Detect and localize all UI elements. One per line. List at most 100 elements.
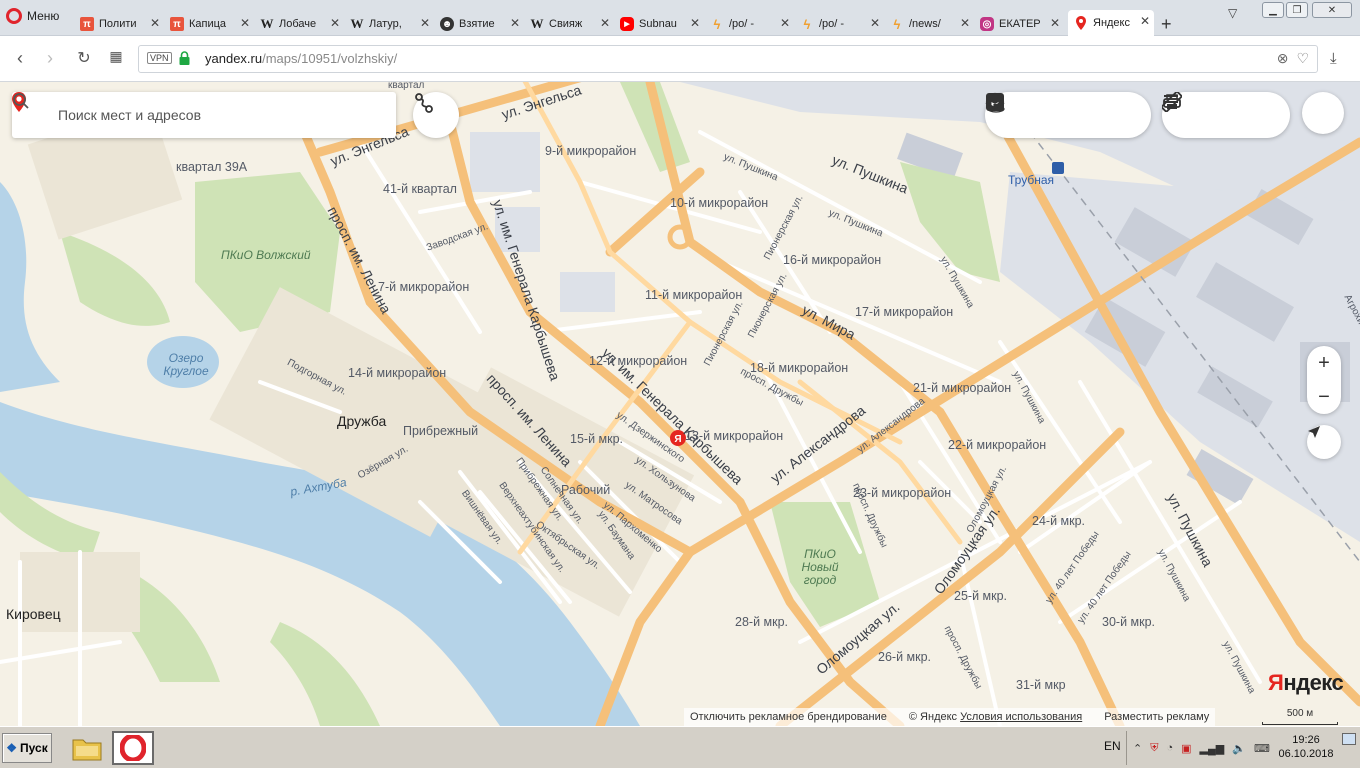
location-arrow-icon (1308, 426, 1320, 438)
opera-menu-label: Меню (27, 9, 60, 23)
tab-3[interactable]: W Лобаче ✕ (254, 12, 344, 36)
url-field[interactable]: VPN yandex.ru/maps/10951/volzhskiy/ ⊗ ♡ (138, 45, 1318, 73)
routes-button[interactable] (413, 92, 459, 138)
show-desktop-button[interactable] (1342, 733, 1356, 745)
wikipedia-icon: W (530, 16, 544, 31)
tab-11[interactable]: ◎ ЕКАТЕР ✕ (974, 12, 1064, 36)
map-label: 31-й мкр (1016, 678, 1066, 692)
reload-icon[interactable]: ↻ (74, 48, 94, 68)
map-search-box (12, 92, 396, 138)
map-scale-label: 500 м (1286, 708, 1314, 719)
network-icon[interactable]: ◔ (1166, 742, 1173, 754)
tab-close-icon[interactable]: ✕ (330, 16, 340, 30)
wikipedia-icon: W (260, 16, 274, 31)
tab-menu-icon[interactable]: ▽ (1228, 6, 1237, 20)
route-icon (415, 93, 433, 113)
search-icon[interactable] (12, 92, 30, 110)
tab-1[interactable]: π Полити ✕ (74, 12, 164, 36)
tab-close-icon[interactable]: ✕ (1140, 14, 1150, 28)
user-account-button[interactable] (1302, 92, 1344, 134)
signal-icon[interactable]: ▂▄▆ (1200, 742, 1225, 755)
keyboard-icon[interactable]: ⌨ (1254, 742, 1270, 755)
more-menu-button[interactable] (1164, 95, 1284, 135)
windows-logo-icon: ❖ (6, 741, 18, 755)
tab-2[interactable]: π Капица ✕ (164, 12, 254, 36)
tab-5[interactable]: ☻ Взятие ✕ (434, 12, 524, 36)
map-label: 16-й микрорайон (783, 253, 882, 267)
lock-icon (179, 51, 190, 65)
start-button[interactable]: ❖ Пуск (2, 733, 52, 763)
explorer-taskbar-button[interactable] (66, 731, 108, 765)
copyright-text: © Яндекс Условия использования (909, 711, 1082, 723)
map-label: 18-й микрорайон (750, 361, 849, 375)
opera-menu-button[interactable]: Меню (6, 5, 59, 27)
tab-label: Полити (99, 18, 137, 30)
tab-close-icon[interactable]: ✕ (240, 16, 250, 30)
tab-label: /news/ (909, 18, 941, 30)
download-icon[interactable]: ⤓ (1330, 50, 1337, 67)
tab-close-icon[interactable]: ✕ (150, 16, 160, 30)
new-tab-button[interactable]: + (1161, 14, 1172, 35)
tab-close-icon[interactable]: ✕ (600, 16, 610, 30)
tab-label: Капица (189, 18, 227, 30)
search-input[interactable] (58, 105, 348, 125)
tab-9[interactable]: ϟ /po/ - ✕ (794, 12, 884, 36)
tab-12-active[interactable]: Яндекс ✕ (1068, 10, 1154, 36)
volume-icon[interactable]: 🔈 (1232, 742, 1246, 755)
close-window-button[interactable]: ✕ (1312, 2, 1352, 18)
tab-close-icon[interactable]: ✕ (780, 16, 790, 30)
instagram-icon: ◎ (980, 17, 994, 31)
tab-label: /po/ - (729, 18, 755, 30)
layers-button[interactable] (985, 94, 1146, 135)
map-layers-toolbar: P (985, 92, 1151, 138)
tab-close-icon[interactable]: ✕ (960, 16, 970, 30)
speed-dial-icon[interactable]: ▦ (106, 48, 126, 65)
panorama-button[interactable] (987, 93, 1069, 135)
tab-6[interactable]: W Свияж ✕ (524, 12, 614, 36)
map-graphics: Я (0, 82, 1360, 726)
disable-branding-link[interactable]: Отключить рекламное брендирование (690, 711, 887, 723)
tab-8[interactable]: ϟ /po/ - ✕ (704, 12, 794, 36)
map-label: Трубная (1008, 173, 1055, 187)
tray-expand-icon[interactable]: ⌃ (1133, 742, 1142, 755)
tab-close-icon[interactable]: ✕ (1050, 16, 1060, 30)
youtube-icon: ▶ (620, 17, 634, 31)
map-canvas[interactable]: Я ул. Энгельса ул. Энгельса квартал 39А … (0, 82, 1360, 726)
security-icon[interactable]: ⛨ (1150, 742, 1158, 755)
lightning-icon: ϟ (713, 16, 721, 32)
tab-label: Лобаче (279, 18, 317, 30)
map-label: квартал (388, 82, 425, 91)
back-button[interactable]: ‹ (10, 48, 30, 69)
parking-button[interactable]: P (986, 93, 1107, 135)
map-label: 28-й мкр. (735, 615, 789, 629)
advertise-link[interactable]: Разместить рекламу (1104, 711, 1209, 723)
map-label: 15-й мкр. (570, 432, 624, 446)
tab-7[interactable]: ▶ Subnau ✕ (614, 12, 704, 36)
tab-close-icon[interactable]: ✕ (510, 16, 520, 30)
tab-close-icon[interactable]: ✕ (870, 16, 880, 30)
tab-4[interactable]: W Латур, ✕ (344, 12, 434, 36)
tab-close-icon[interactable]: ✕ (420, 16, 430, 30)
language-indicator[interactable]: EN (1104, 739, 1121, 753)
hamburger-icon (1164, 95, 1178, 103)
geolocation-button[interactable] (1307, 425, 1341, 459)
zoom-out-button[interactable]: − (1307, 380, 1341, 414)
device-icon[interactable]: ▣ (1181, 742, 1191, 755)
maximize-window-button[interactable]: ❐ (1286, 2, 1308, 18)
forward-button[interactable]: › (40, 48, 60, 69)
opera-taskbar-button[interactable] (112, 731, 154, 765)
zoom-in-button[interactable]: + (1307, 346, 1341, 380)
yandex-logo[interactable]: Яндекс (1268, 670, 1344, 696)
vpn-badge[interactable]: VPN (147, 52, 172, 64)
clear-url-icon[interactable]: ⊗ (1277, 50, 1289, 67)
print-button[interactable] (1163, 94, 1246, 135)
minimize-window-button[interactable]: ▁ (1262, 2, 1284, 18)
tab-close-icon[interactable]: ✕ (690, 16, 700, 30)
map-label: 7-й микрорайон (378, 280, 470, 294)
terms-link[interactable]: Условия использования (960, 711, 1082, 723)
taskbar-clock[interactable]: 19:26 06.10.2018 (1276, 733, 1336, 761)
pi-icon: π (170, 17, 184, 31)
clock-date: 06.10.2018 (1278, 748, 1334, 760)
tab-10[interactable]: ϟ /news/ ✕ (884, 12, 974, 36)
bookmark-heart-icon[interactable]: ♡ (1296, 50, 1309, 67)
